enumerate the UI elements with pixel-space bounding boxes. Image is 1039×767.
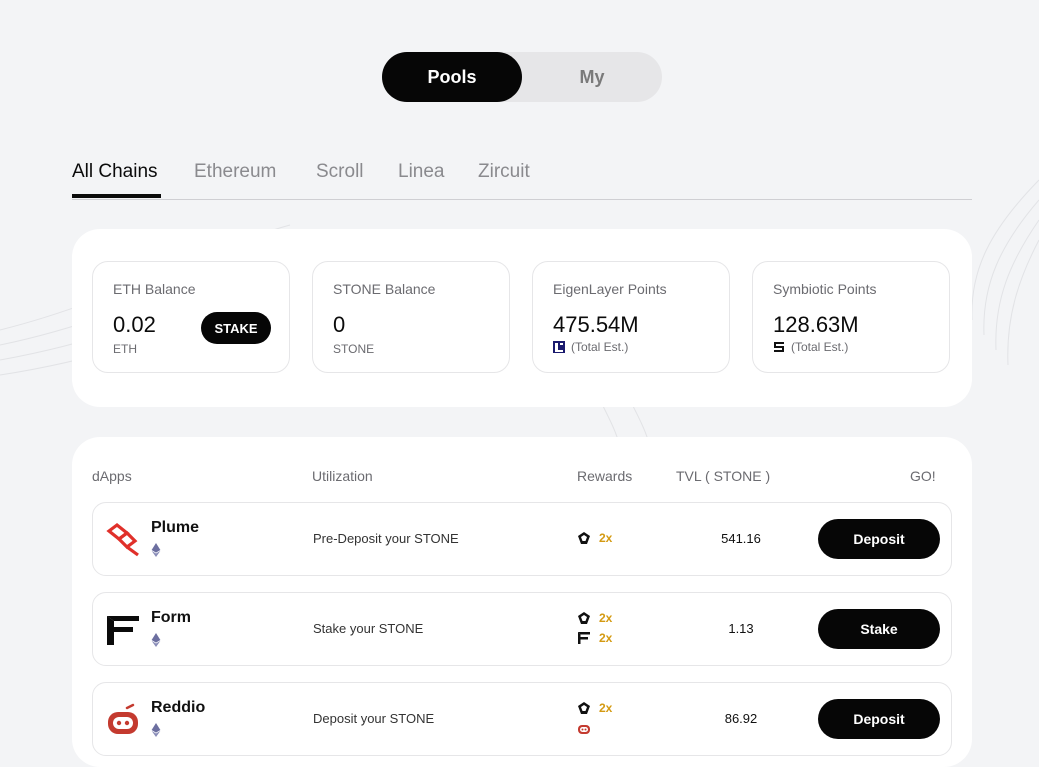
active-tab-indicator [72, 194, 161, 198]
stat-label: EigenLayer Points [553, 281, 667, 297]
eth-balance-stat: ETH Balance 0.02 ETH STAKE [92, 261, 290, 373]
dapps-table-card: dApps Utilization Rewards TVL ( STONE ) … [72, 437, 972, 767]
header-go: GO! [910, 468, 936, 484]
utilization-text: Deposit your STONE [313, 711, 435, 726]
header-utilization: Utilization [312, 468, 373, 484]
table-row: Form Stake your STONE 2x 2x 1.13 Stake [92, 592, 952, 666]
rewards-list: 2x [577, 698, 612, 738]
ethereum-icon [151, 543, 161, 557]
stake-action-button[interactable]: Stake [818, 609, 940, 649]
stat-unit: (Total Est.) [773, 340, 848, 354]
form-reward-icon [578, 632, 590, 644]
dapp-name: Form [151, 609, 191, 626]
ethereum-icon [151, 633, 161, 647]
stat-unit: ETH [113, 342, 137, 356]
stake-button[interactable]: STAKE [201, 312, 271, 344]
form-logo [107, 616, 139, 645]
eigenlayer-points-stat: EigenLayer Points 475.54M (Total Est.) [532, 261, 730, 373]
stone-reward-icon [578, 532, 590, 544]
tab-all-chains[interactable]: All Chains [72, 161, 158, 183]
header-rewards: Rewards [577, 468, 633, 484]
stat-label: ETH Balance [113, 281, 196, 297]
tab-zircuit[interactable]: Zircuit [478, 161, 530, 183]
tvl-value: 1.13 [728, 621, 754, 636]
tab-linea[interactable]: Linea [398, 161, 445, 183]
symbiotic-icon [774, 342, 784, 352]
reddio-reward-icon [578, 725, 590, 734]
my-toggle-button[interactable]: My [522, 52, 662, 102]
rewards-list: 2x [577, 528, 612, 548]
stone-balance-stat: STONE Balance 0 STONE [312, 261, 510, 373]
stat-value: 0 [333, 312, 346, 337]
table-header: dApps Utilization Rewards TVL ( STONE ) … [72, 468, 972, 488]
tab-ethereum[interactable]: Ethereum [194, 161, 276, 183]
eigenlayer-icon [553, 341, 565, 353]
chain-tabs: All Chains Ethereum Scroll Linea Zircuit [72, 158, 972, 200]
rewards-list: 2x 2x [577, 608, 612, 648]
header-tvl: TVL ( STONE ) [676, 468, 771, 484]
utilization-text: Stake your STONE [313, 621, 424, 636]
stat-unit: (Total Est.) [553, 340, 628, 354]
stat-label: STONE Balance [333, 281, 436, 297]
pools-my-toggle: Pools My [382, 52, 662, 102]
deposit-button[interactable]: Deposit [818, 699, 940, 739]
header-dapps: dApps [92, 468, 132, 484]
stat-value: 0.02 [113, 312, 156, 337]
table-row: Plume Pre-Deposit your STONE 2x 541.16 D… [92, 502, 952, 576]
stat-unit: STONE [333, 342, 375, 356]
ethereum-icon [151, 723, 161, 737]
tvl-value: 541.16 [721, 531, 761, 546]
deposit-button[interactable]: Deposit [818, 519, 940, 559]
pools-toggle-button[interactable]: Pools [382, 52, 522, 102]
dapp-name: Reddio [151, 699, 206, 716]
stat-value: 475.54M [553, 312, 639, 337]
tvl-value: 86.92 [724, 711, 758, 726]
dapp-name: Plume [151, 519, 200, 536]
utilization-text: Pre-Deposit your STONE [313, 531, 459, 546]
balance-summary-card: ETH Balance 0.02 ETH STAKE STONE Balance… [72, 229, 972, 407]
plume-logo [106, 522, 139, 557]
tab-scroll[interactable]: Scroll [316, 161, 364, 183]
stone-reward-icon [578, 612, 590, 624]
reddio-logo [108, 703, 138, 734]
symbiotic-points-stat: Symbiotic Points 128.63M (Total Est.) [752, 261, 950, 373]
stat-label: Symbiotic Points [773, 281, 877, 297]
stat-value: 128.63M [773, 312, 859, 337]
stone-reward-icon [578, 702, 590, 714]
